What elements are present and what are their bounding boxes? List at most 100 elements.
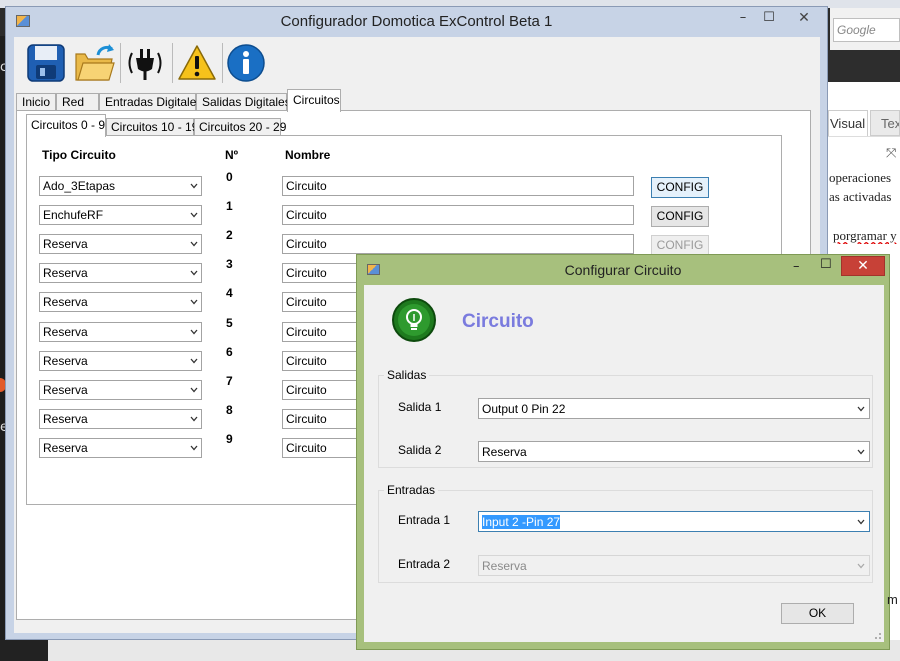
toolbar-separator <box>120 43 121 83</box>
circuit-number: 9 <box>226 432 233 446</box>
circuit-number: 7 <box>226 374 233 388</box>
entrada1-value: Input 2 -Pin 27 <box>482 515 561 529</box>
chevron-down-icon <box>190 329 198 335</box>
tab-entradas-digitales[interactable]: Entradas Digitales <box>99 93 202 111</box>
entrada2-label: Entrada 2 <box>398 557 451 571</box>
circuit-number: 8 <box>226 403 233 417</box>
circuit-name-input[interactable]: Circuito <box>282 176 634 196</box>
circuit-type-select[interactable]: Ado_3Etapas <box>39 176 202 196</box>
salida1-value: Output 0 Pin 22 <box>482 402 566 416</box>
tab-circuitos-0-9[interactable]: Circuitos 0 - 9 <box>26 114 106 137</box>
warning-icon[interactable] <box>176 43 218 85</box>
circuit-config-button[interactable]: CONFIG <box>651 206 709 227</box>
chevron-down-icon <box>857 519 865 525</box>
main-titlebar[interactable]: Configurador Domotica ExControl Beta 1 –… <box>6 7 827 37</box>
circuit-type-select[interactable]: EnchufeRF <box>39 205 202 225</box>
circuit-number: 2 <box>226 228 233 242</box>
circuit-type-select[interactable]: Reserva <box>39 234 202 254</box>
chevron-down-icon <box>857 563 865 569</box>
dialog-minimize-button[interactable]: – <box>793 259 809 274</box>
circuit-name-input[interactable]: Circuito <box>282 234 634 254</box>
circuit-type-select[interactable]: Reserva <box>39 409 202 429</box>
background-search-input[interactable]: Google <box>833 18 900 42</box>
circuit-config-button[interactable]: CONFIG <box>651 177 709 198</box>
dialog-title: Configurar Circuito <box>564 262 682 278</box>
tab-salidas-digitales[interactable]: Salidas Digitales <box>196 93 291 111</box>
entrada2-value: Reserva <box>482 559 527 573</box>
info-icon[interactable] <box>226 43 268 85</box>
circuit-type-select[interactable]: Reserva <box>39 322 202 342</box>
background-tab-text[interactable]: Tex <box>870 110 900 136</box>
background-editor-line: porgramar y <box>833 228 897 243</box>
circuit-type-select[interactable]: Reserva <box>39 351 202 371</box>
column-header-name: Nombre <box>285 148 331 162</box>
circuit-number: 4 <box>226 286 233 300</box>
plug-icon[interactable] <box>124 43 166 85</box>
background-editor-divider <box>828 136 900 137</box>
dialog-close-button[interactable]: ✕ <box>841 256 885 276</box>
circuit-number: 5 <box>226 316 233 330</box>
toolbar <box>14 37 820 89</box>
chevron-down-icon <box>190 358 198 364</box>
circuit-type-value: Reserva <box>43 354 88 368</box>
chevron-down-icon <box>190 299 198 305</box>
tab-circuitos-10-19[interactable]: Circuitos 10 - 19 <box>106 118 198 136</box>
fullscreen-icon[interactable]: ⤧ <box>886 146 896 161</box>
entrada2-select[interactable]: Reserva <box>478 555 870 576</box>
background-right-char: m <box>887 592 898 607</box>
resize-grip-icon[interactable] <box>872 630 882 640</box>
chevron-down-icon <box>857 406 865 412</box>
background-editor-line: operaciones <box>829 170 892 185</box>
lightbulb-icon <box>391 297 437 343</box>
salidas-group: Salidas Salida 1 Output 0 Pin 22 Salida … <box>378 368 873 468</box>
dialog-heading: Circuito <box>462 311 534 332</box>
circuit-type-select[interactable]: Reserva <box>39 292 202 312</box>
circuit-type-select[interactable]: Reserva <box>39 380 202 400</box>
chevron-down-icon <box>190 241 198 247</box>
circuit-type-value: Ado_3Etapas <box>43 179 116 193</box>
maximize-button[interactable]: ☐ <box>759 9 779 29</box>
circuit-number: 6 <box>226 345 233 359</box>
tab-circuitos-20-29[interactable]: Circuitos 20 - 29 <box>194 118 286 136</box>
entradas-group: Entradas Entrada 1 Input 2 -Pin 27 Entra… <box>378 483 873 583</box>
circuit-number: 1 <box>226 199 233 213</box>
dialog-client-area: Circuito Salidas Salida 1 Output 0 Pin 2… <box>364 285 884 642</box>
entradas-group-label: Entradas <box>384 483 439 497</box>
circuit-type-value: Reserva <box>43 237 88 251</box>
circuit-name-input[interactable]: Circuito <box>282 205 634 225</box>
circuit-config-button[interactable]: CONFIG <box>651 235 709 256</box>
entrada1-label: Entrada 1 <box>398 513 451 527</box>
configurar-circuito-dialog: Configurar Circuito – ☐ ✕ Circuito Salid… <box>356 254 890 650</box>
circuit-type-value: Reserva <box>43 383 88 397</box>
circuit-type-value: Reserva <box>43 266 88 280</box>
tab-circuitos[interactable]: Circuitos <box>287 89 341 112</box>
close-button[interactable]: ✕ <box>784 9 824 29</box>
circuit-type-value: Reserva <box>43 441 88 455</box>
chevron-down-icon <box>190 212 198 218</box>
window-title: Configurador Domotica ExControl Beta 1 <box>280 13 553 30</box>
save-icon[interactable] <box>26 43 68 85</box>
salida1-label: Salida 1 <box>398 400 442 414</box>
background-bottom-bar <box>0 640 48 661</box>
circuit-type-select[interactable]: Reserva <box>39 438 202 458</box>
dialog-maximize-button[interactable]: ☐ <box>820 257 836 272</box>
tab-inicio[interactable]: Inicio <box>16 93 56 111</box>
salida2-label: Salida 2 <box>398 443 442 457</box>
salida2-value: Reserva <box>482 445 527 459</box>
salida1-select[interactable]: Output 0 Pin 22 <box>478 398 870 419</box>
chevron-down-icon <box>190 445 198 451</box>
tab-red[interactable]: Red <box>56 93 99 111</box>
chevron-down-icon <box>190 270 198 276</box>
background-dark-toolbar <box>828 50 900 82</box>
salida2-select[interactable]: Reserva <box>478 441 870 462</box>
column-header-type: Tipo Circuito <box>42 148 116 162</box>
chevron-down-icon <box>190 387 198 393</box>
circuit-type-select[interactable]: Reserva <box>39 263 202 283</box>
ok-button[interactable]: OK <box>781 603 854 624</box>
circuit-type-value: Reserva <box>43 325 88 339</box>
toolbar-separator <box>222 43 223 83</box>
entrada1-select[interactable]: Input 2 -Pin 27 <box>478 511 870 532</box>
open-folder-icon[interactable] <box>74 43 116 85</box>
minimize-button[interactable]: – <box>733 9 753 29</box>
background-tab-visual[interactable]: Visual <box>828 110 868 136</box>
